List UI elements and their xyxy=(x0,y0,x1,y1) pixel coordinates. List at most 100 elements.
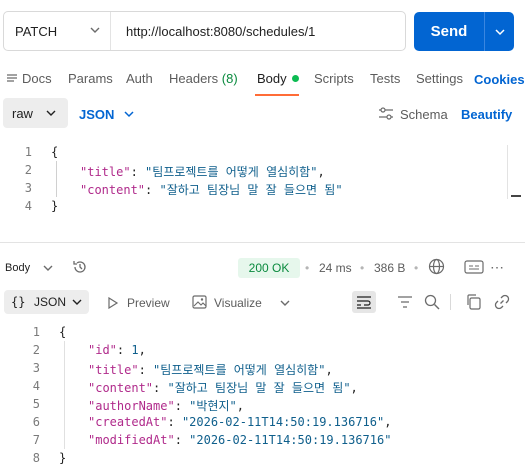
preview-button[interactable]: Preview xyxy=(127,296,170,310)
line-number: 7 xyxy=(32,433,40,447)
tab-settings[interactable]: Settings xyxy=(416,71,463,86)
beautify-button[interactable]: Beautify xyxy=(461,107,512,122)
line-number: 2 xyxy=(32,343,40,357)
json-key: "content" xyxy=(80,183,146,197)
json-key: "title" xyxy=(80,165,131,179)
tab-body[interactable]: Body xyxy=(257,71,299,86)
scrollbar-thumb[interactable] xyxy=(511,195,521,197)
json-value: "2026-02-11T14:50:19.136716" xyxy=(189,433,392,447)
tab-auth-label: Auth xyxy=(126,71,153,86)
chevron-down-icon[interactable] xyxy=(279,297,291,309)
json-value: "2026-02-11T14:50:19.136716" xyxy=(181,415,385,429)
separator-dot: • xyxy=(360,261,365,275)
tab-docs[interactable]: Docs xyxy=(6,71,52,86)
line-number: 3 xyxy=(32,361,40,375)
tab-headers-label: Headers xyxy=(169,71,219,86)
response-size[interactable]: 386 B xyxy=(374,261,405,275)
tab-headers[interactable]: Headers (8) xyxy=(169,71,238,86)
code-line: } xyxy=(51,199,59,213)
json-key: "content" xyxy=(88,381,154,395)
response-format-select[interactable]: {} JSON xyxy=(4,290,89,314)
save-response-icon[interactable] xyxy=(464,259,484,275)
visualize-button[interactable]: Visualize xyxy=(214,296,262,310)
tab-tests-label: Tests xyxy=(370,71,401,86)
chevron-down-icon xyxy=(90,27,100,33)
line-number: 2 xyxy=(24,163,32,177)
code-line: } xyxy=(59,451,67,465)
json-key: "createdAt" xyxy=(88,415,168,429)
tab-auth[interactable]: Auth xyxy=(126,71,153,86)
json-key: "id" xyxy=(88,343,117,357)
code-line: "createdAt": "2026-02-11T14:50:19.136716… xyxy=(88,415,392,429)
filter-icon[interactable] xyxy=(397,295,413,309)
tab-docs-label: Docs xyxy=(22,71,52,86)
search-icon[interactable] xyxy=(424,294,440,310)
braces-icon: {} xyxy=(11,295,26,309)
code-line: { xyxy=(59,325,67,339)
line-number: 6 xyxy=(32,415,40,429)
docs-icon xyxy=(7,74,17,82)
toolbar-divider xyxy=(450,294,451,310)
method-label: PATCH xyxy=(15,24,58,39)
json-value: "잘하고 팀장님 말 잘 들으면 됨" xyxy=(159,183,343,197)
json-value: "잘하고 팀장님 말 잘 들으면 됨" xyxy=(167,381,351,395)
link-icon[interactable] xyxy=(494,294,510,310)
code-line: "title": "팀프로젝트를 어떻게 열심히함", xyxy=(80,165,325,179)
send-label: Send xyxy=(430,23,468,40)
code-line: "content": "잘하고 팀장님 말 잘 들으면 됨", xyxy=(88,381,358,395)
globe-icon[interactable] xyxy=(428,258,445,275)
line-number: 1 xyxy=(24,145,32,159)
line-number: 3 xyxy=(24,181,32,195)
schema-button[interactable]: Schema xyxy=(400,107,448,122)
line-number: 8 xyxy=(32,451,40,465)
code-line: "authorName": "박현지", xyxy=(88,399,244,413)
tab-params[interactable]: Params xyxy=(68,71,113,86)
status-badge[interactable]: 200 OK xyxy=(238,258,300,278)
wrap-lines-icon xyxy=(357,296,371,309)
copy-icon[interactable] xyxy=(466,294,481,310)
line-number: 5 xyxy=(32,397,40,411)
method-select[interactable]: PATCH xyxy=(4,12,111,50)
body-mode-select[interactable]: raw xyxy=(3,98,68,128)
json-key: "modifiedAt" xyxy=(88,433,175,447)
headers-count: (8) xyxy=(221,71,238,86)
status-text: 200 OK xyxy=(248,261,290,275)
editor-scrollbar[interactable] xyxy=(507,145,521,199)
chevron-down-icon xyxy=(46,110,56,116)
wrap-lines-button[interactable] xyxy=(352,291,376,313)
tab-scripts[interactable]: Scripts xyxy=(314,71,354,86)
tab-scripts-label: Scripts xyxy=(314,71,354,86)
chevron-down-icon xyxy=(72,299,82,305)
response-section-label[interactable]: Body xyxy=(5,262,30,274)
url-input[interactable]: http://localhost:8080/schedules/1 xyxy=(126,24,315,39)
code-line: "id": 1, xyxy=(88,343,146,357)
json-value: "팀프로젝트를 어떻게 열심히함" xyxy=(145,165,318,179)
json-key: "authorName" xyxy=(88,399,175,413)
line-number: 1 xyxy=(32,325,40,339)
request-body-editor[interactable]: 1 2 3 4 { "title": "팀프로젝트를 어떻게 열심히함", "c… xyxy=(0,140,525,230)
pane-divider[interactable] xyxy=(0,242,525,243)
more-options-icon[interactable]: ⋯ xyxy=(490,259,504,276)
response-body-viewer[interactable]: 1 2 3 4 5 6 7 8 { "id": 1, "title": "팀프로… xyxy=(0,322,525,467)
tab-params-label: Params xyxy=(68,71,113,86)
code-line: "content": "잘하고 팀장님 말 잘 들으면 됨" xyxy=(80,183,343,197)
body-language-select[interactable]: JSON xyxy=(79,107,114,122)
cookies-link[interactable]: Cookies xyxy=(474,72,525,87)
code-line: "title": "팀프로젝트를 어떻게 열심히함", xyxy=(88,363,333,377)
send-options-button[interactable] xyxy=(484,12,514,51)
play-icon xyxy=(108,297,119,309)
chevron-down-icon xyxy=(494,28,505,35)
send-button[interactable]: Send xyxy=(414,12,484,51)
response-time[interactable]: 24 ms xyxy=(319,261,352,275)
line-number: 4 xyxy=(24,199,32,213)
line-number: 4 xyxy=(32,379,40,393)
history-icon[interactable] xyxy=(72,259,88,275)
json-value: "박현지" xyxy=(189,399,237,413)
code-line: "modifiedAt": "2026-02-11T14:50:19.13671… xyxy=(88,433,392,447)
tab-settings-label: Settings xyxy=(416,71,463,86)
tab-tests[interactable]: Tests xyxy=(370,71,400,86)
json-value: "팀프로젝트를 어떻게 열심히함" xyxy=(153,363,326,377)
separator-dot: • xyxy=(414,261,419,275)
schema-icon xyxy=(379,107,393,120)
indent-guide xyxy=(64,341,65,449)
